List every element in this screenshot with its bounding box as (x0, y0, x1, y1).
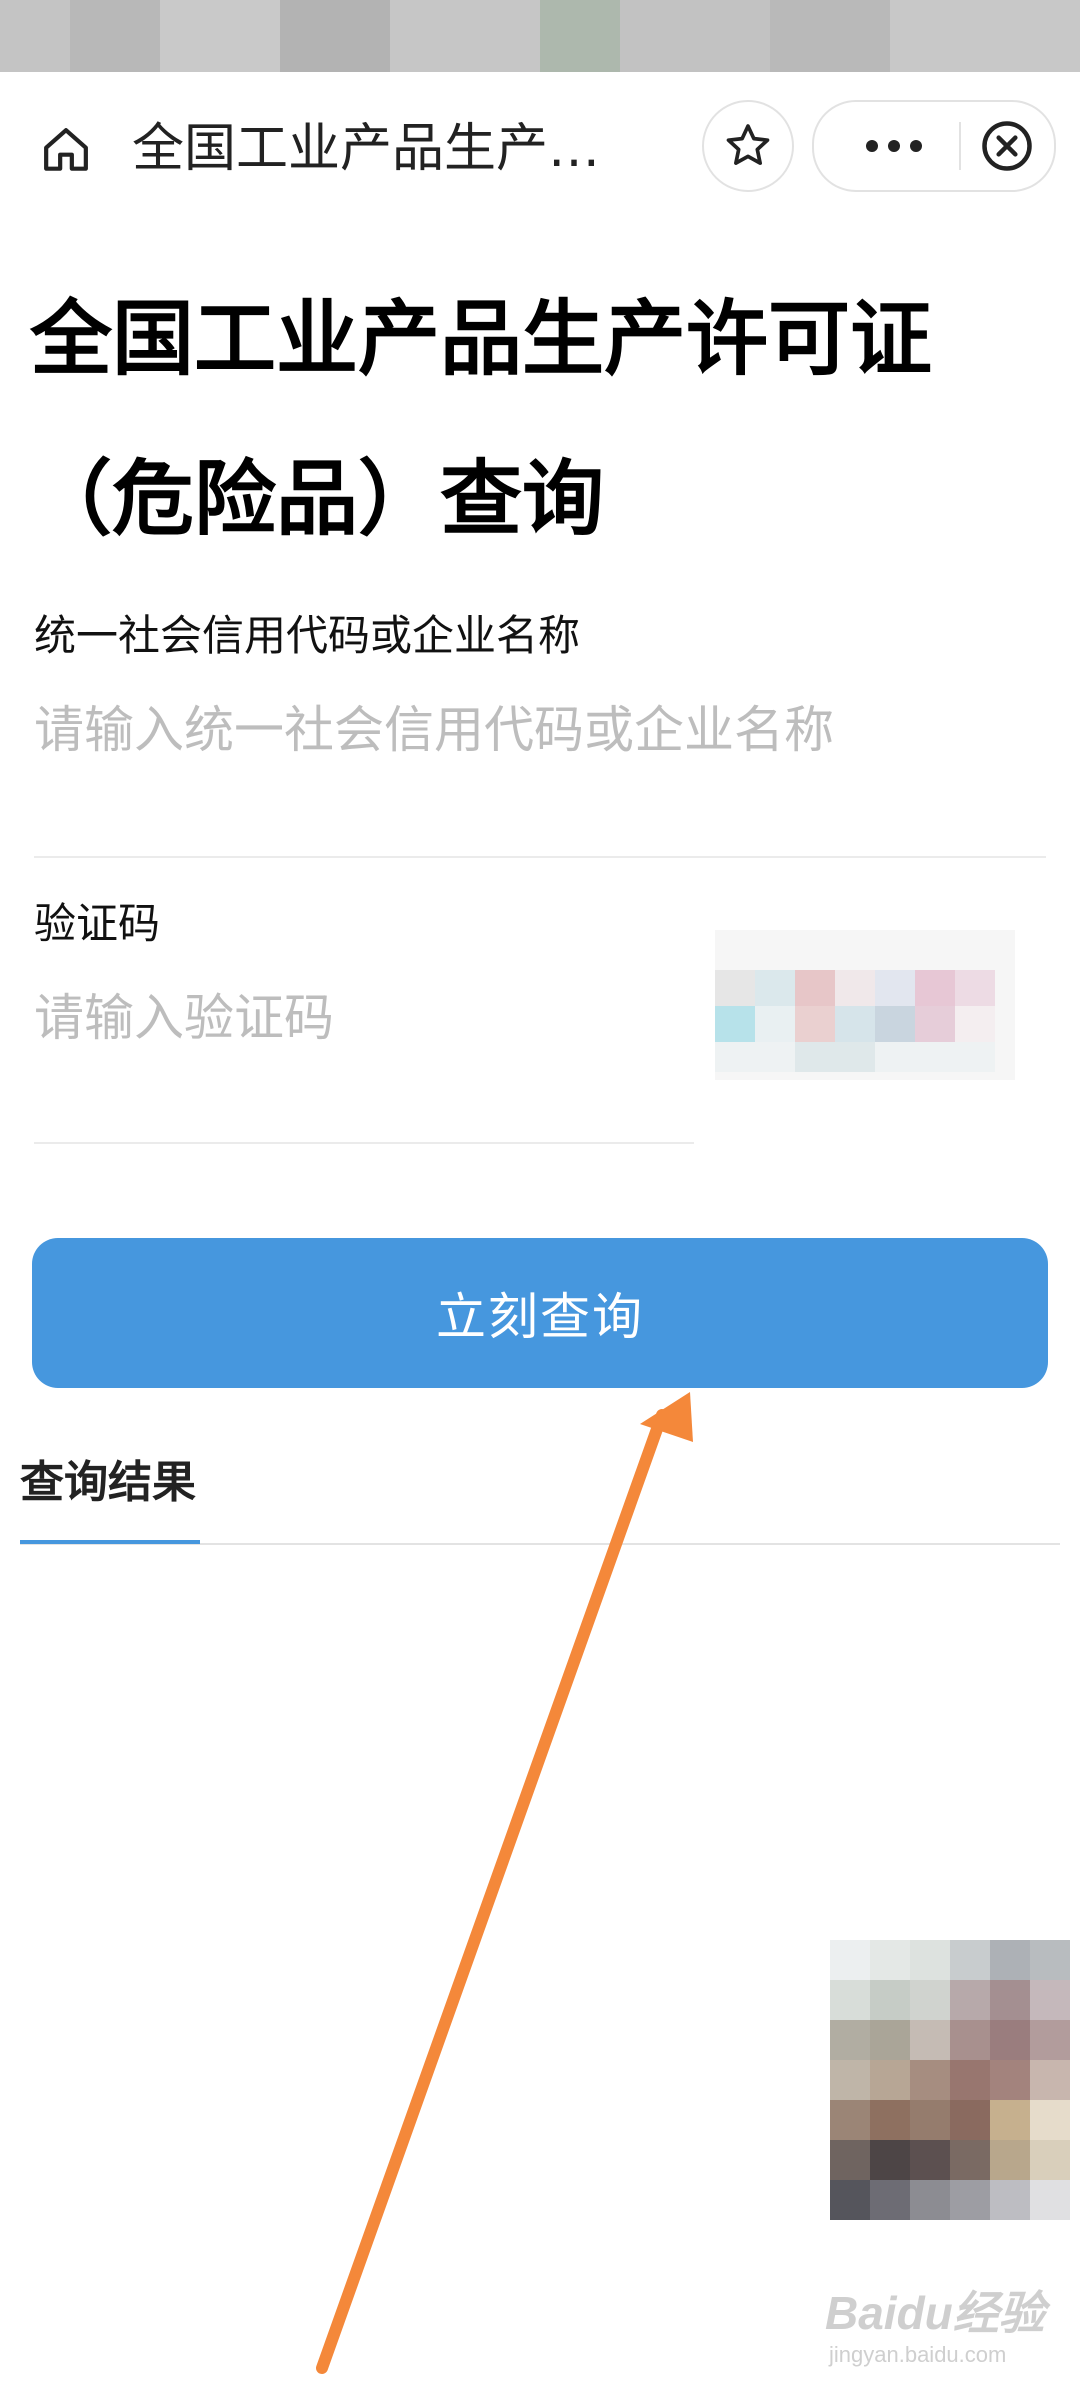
captcha-divider (34, 1142, 694, 1144)
captcha-label: 验证码 (34, 899, 161, 948)
close-button[interactable] (962, 102, 1052, 190)
mini-program-navbar: 全国工业产品生产… (0, 72, 1080, 222)
home-button[interactable] (28, 112, 104, 188)
watermark-url: jingyan.baidu.com (829, 2342, 1007, 2367)
capsule-divider (959, 122, 961, 170)
captcha-image[interactable] (715, 930, 1015, 1080)
credit-code-input[interactable] (34, 690, 1034, 770)
credit-code-label: 统一社会信用代码或企业名称 (34, 611, 581, 660)
credit-code-divider (34, 856, 1046, 858)
query-button[interactable]: 立刻查询 (32, 1238, 1048, 1388)
close-icon (982, 121, 1032, 171)
home-icon (44, 128, 88, 171)
more-button[interactable] (834, 102, 954, 190)
captcha-input[interactable] (34, 978, 674, 1058)
navbar-title: 全国工业产品生产… (132, 119, 601, 179)
page-title: 全国工业产品生产许可证（危险品）查询 (30, 292, 933, 547)
more-icon (866, 140, 922, 152)
floating-avatar[interactable] (790, 1900, 1080, 2260)
watermark-main: Baidu经验 (825, 2287, 1045, 2339)
star-icon (726, 124, 770, 165)
capsule-menu (812, 100, 1056, 192)
baidu-watermark: Baidu经验 jingyan.baidu.com (825, 2285, 1075, 2395)
tab-active-indicator (20, 1540, 200, 1544)
tab-query-results[interactable]: 查询结果 (20, 1448, 196, 1534)
favorite-button[interactable] (702, 100, 794, 192)
status-bar (0, 0, 1080, 72)
